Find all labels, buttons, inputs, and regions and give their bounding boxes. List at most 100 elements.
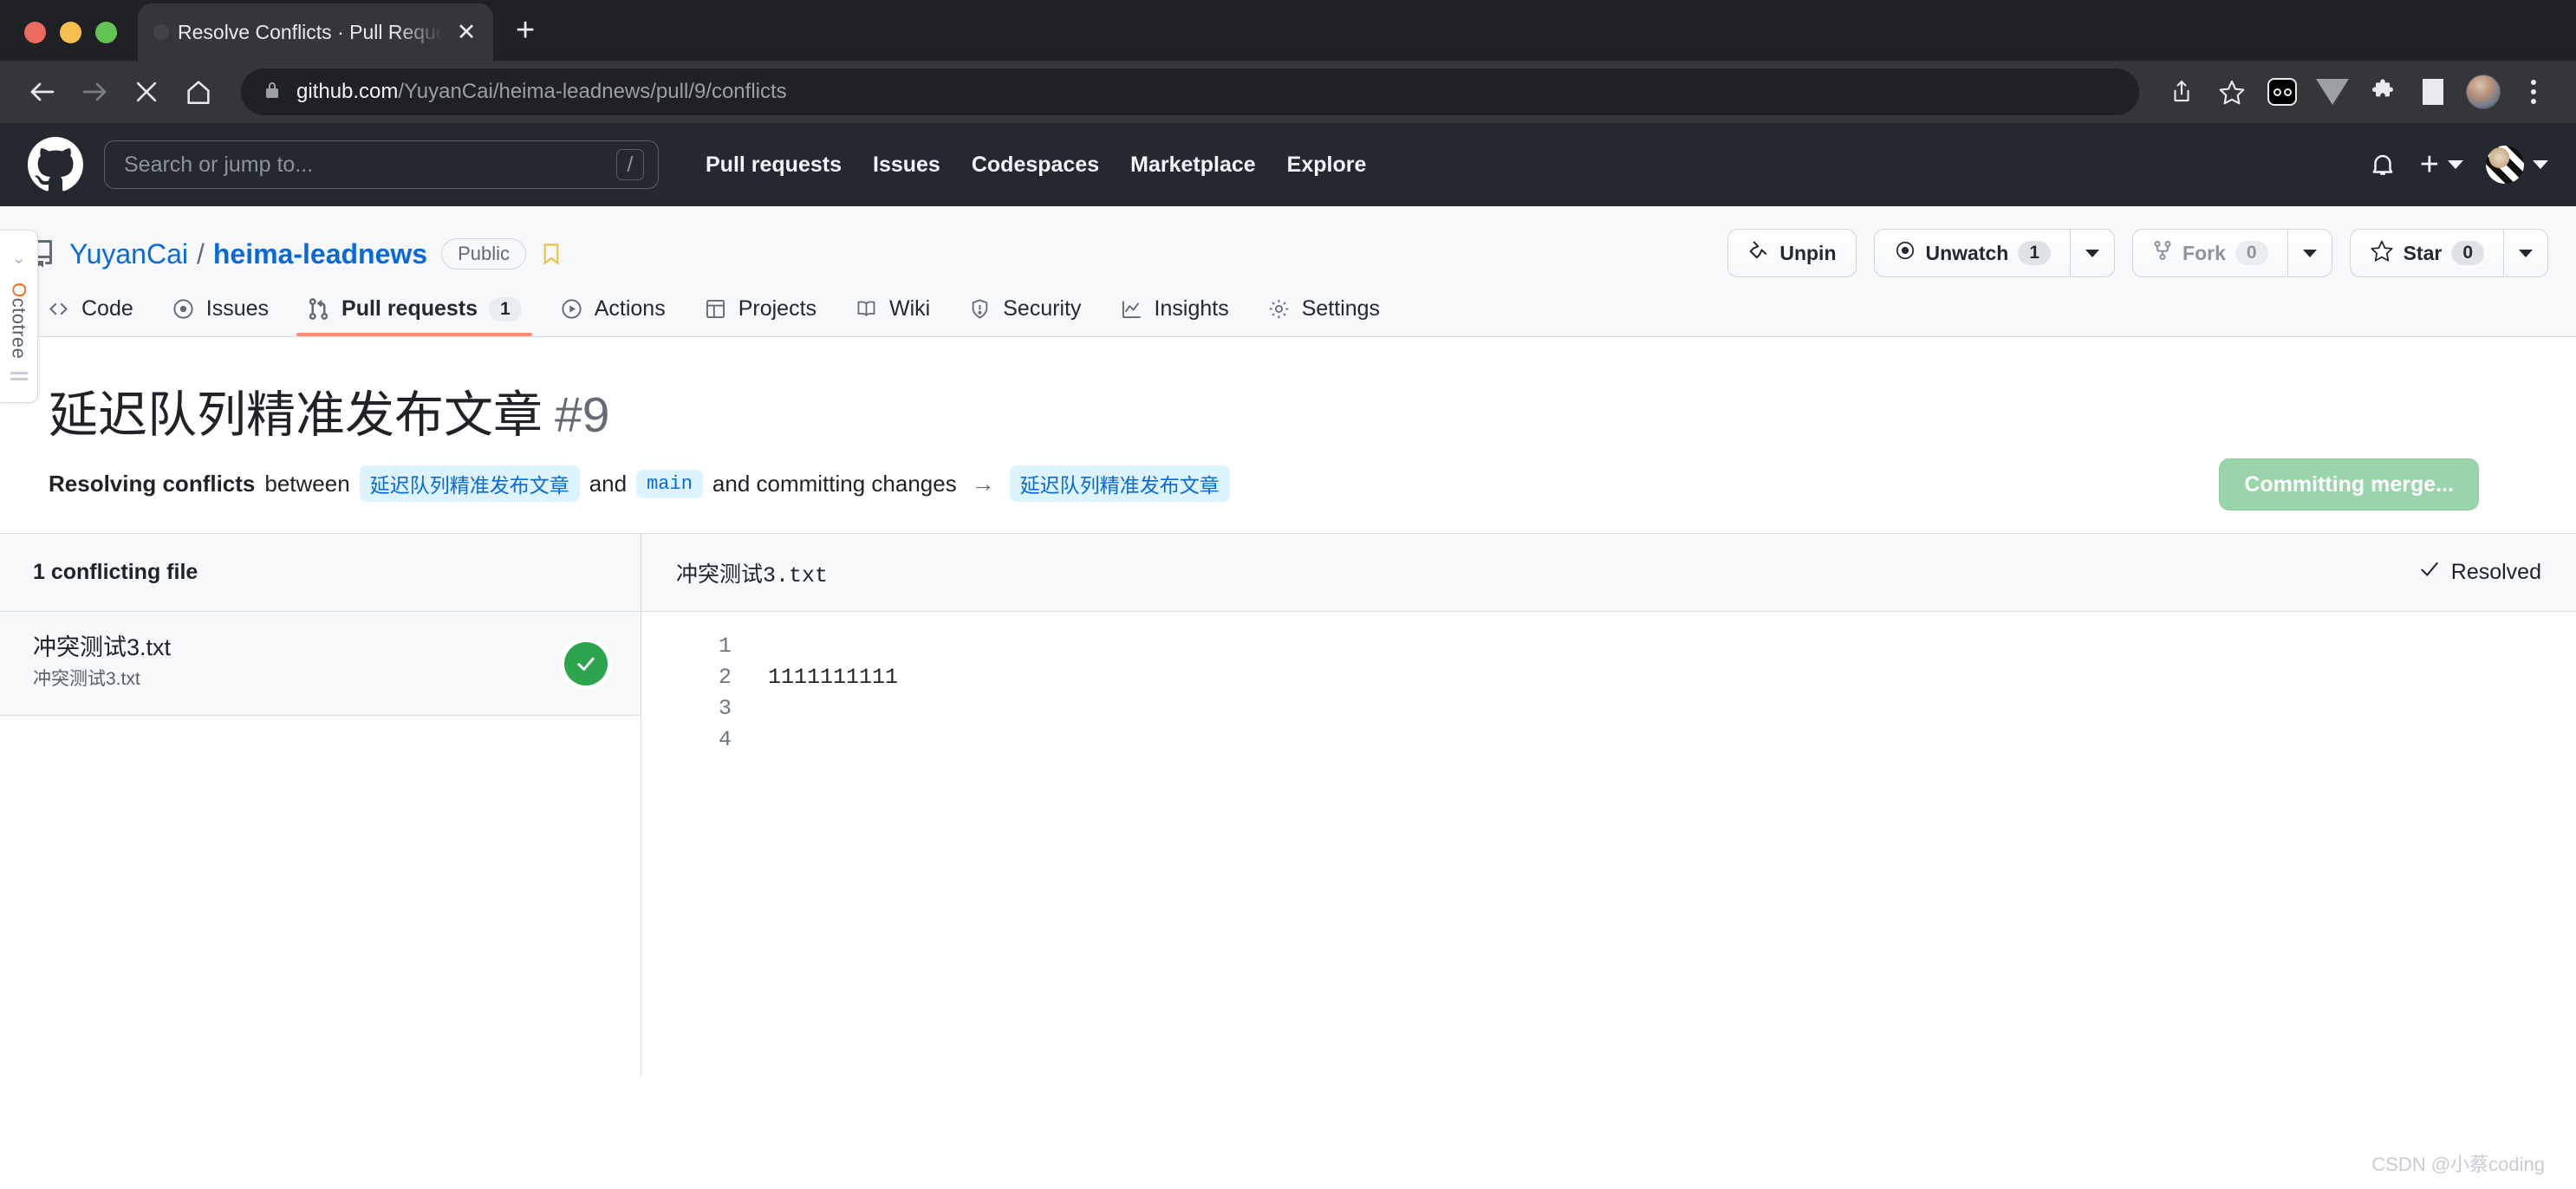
tab-projects-label: Projects	[738, 296, 816, 322]
tab-actions[interactable]: Actions	[541, 296, 685, 336]
unpin-button[interactable]: Unpin	[1727, 229, 1856, 277]
chevron-down-icon	[2448, 160, 2463, 169]
code-line	[768, 724, 2576, 756]
repo-nav-tabs: Code Issues Pull requests 1 Actions Proj…	[28, 296, 2548, 336]
bookmark-icon[interactable]	[540, 241, 563, 267]
chrome-profile-avatar[interactable]	[2460, 68, 2507, 115]
octotree-panel-toggle[interactable]: › Octotree	[0, 230, 38, 403]
commit-merge-button[interactable]: Committing merge...	[2219, 458, 2479, 510]
global-nav-marketplace[interactable]: Marketplace	[1115, 153, 1272, 178]
editor-filename: 冲突测试3.txt	[676, 557, 828, 588]
back-arrow-icon[interactable]	[19, 68, 66, 115]
fork-count: 0	[2235, 241, 2268, 265]
gear-icon	[1267, 297, 1291, 321]
unwatch-button-group: Unwatch 1	[1874, 229, 2116, 277]
play-icon	[560, 297, 583, 321]
conflict-summary: Resolving conflicts between 延迟队列精准发布文章 a…	[49, 465, 2527, 502]
fork-button[interactable]: Fork 0	[2132, 229, 2287, 277]
unwatch-count: 1	[2018, 241, 2051, 265]
sidebar-toggle-icon[interactable]	[2410, 68, 2456, 115]
search-placeholder: Search or jump to...	[124, 153, 313, 178]
forward-arrow-icon[interactable]	[71, 68, 118, 115]
search-input[interactable]: Search or jump to... /	[104, 140, 659, 189]
page-title: 延迟队列精准发布文章 #9	[49, 375, 2527, 446]
browser-action-icons	[2158, 68, 2557, 115]
code-editor[interactable]: 1 2 3 4 1111111111	[641, 612, 2576, 1077]
chevron-down-icon	[2303, 250, 2317, 257]
unwatch-dropdown-button[interactable]	[2070, 229, 2115, 277]
status-badge: Resolved	[2418, 558, 2541, 587]
tab-insights[interactable]: Insights	[1101, 296, 1248, 336]
tab-security[interactable]: Security	[949, 296, 1100, 336]
global-nav-issues[interactable]: Issues	[857, 153, 956, 178]
chevron-down-icon	[2519, 250, 2533, 257]
window-controls	[0, 22, 138, 61]
fork-icon	[2152, 239, 2173, 267]
new-tab-button[interactable]: +	[516, 14, 535, 47]
line-number: 4	[641, 724, 732, 756]
address-bar[interactable]: github.com/YuyanCai/heima-leadnews/pull/…	[241, 68, 2139, 115]
table-icon	[704, 297, 727, 321]
octotree-label: Octotree	[8, 283, 30, 359]
user-menu-button[interactable]	[2486, 146, 2548, 184]
star-dropdown-button[interactable]	[2503, 229, 2548, 277]
result-branch-chip[interactable]: 延迟队列精准发布文章	[1010, 465, 1230, 502]
star-count: 0	[2451, 241, 2484, 265]
close-tab-icon[interactable]: ✕	[452, 21, 481, 44]
file-item-texts: 冲突测试3.txt 冲突测试3.txt	[33, 633, 550, 692]
repo-name-link[interactable]: heima-leadnews	[213, 238, 427, 270]
github-global-header: Search or jump to... / Pull requests Iss…	[0, 123, 2576, 206]
editor-header: 冲突测试3.txt Resolved	[641, 534, 2576, 612]
chevron-right-icon: ›	[10, 259, 28, 264]
star-label: Star	[2404, 242, 2443, 265]
committing-changes-label: and committing changes	[712, 471, 957, 497]
repo-owner-link[interactable]: YuyanCai	[69, 238, 188, 270]
global-nav-codespaces[interactable]: Codespaces	[956, 153, 1115, 178]
target-branch-chip[interactable]: main	[636, 470, 703, 498]
and-label: and	[589, 471, 627, 497]
source-branch-chip[interactable]: 延迟队列精准发布文章	[360, 465, 580, 502]
tab-pull-requests[interactable]: Pull requests 1	[288, 296, 541, 336]
tab-wiki[interactable]: Wiki	[836, 296, 949, 336]
tab-settings[interactable]: Settings	[1248, 296, 1399, 336]
extensions-puzzle-icon[interactable]	[2359, 68, 2406, 115]
pr-number: #9	[555, 387, 609, 444]
tab-security-label: Security	[1003, 296, 1081, 322]
create-new-button[interactable]: +	[2420, 152, 2463, 178]
stop-icon[interactable]	[123, 68, 170, 115]
unwatch-button[interactable]: Unwatch 1	[1874, 229, 2071, 277]
home-icon[interactable]	[175, 68, 222, 115]
browser-tab[interactable]: Resolve Conflicts · Pull Reques ✕	[138, 3, 493, 61]
list-item[interactable]: 冲突测试3.txt 冲突测试3.txt	[0, 612, 641, 716]
minimize-window-button[interactable]	[60, 22, 81, 43]
close-window-button[interactable]	[24, 22, 46, 43]
issue-opened-icon	[172, 297, 195, 321]
tab-projects[interactable]: Projects	[685, 296, 836, 336]
fork-dropdown-button[interactable]	[2287, 229, 2332, 277]
code-lines[interactable]: 1111111111	[745, 612, 2576, 1077]
graph-icon	[1120, 297, 1143, 321]
avatar	[2486, 146, 2524, 184]
chrome-menu-icon[interactable]	[2510, 68, 2557, 115]
unwatch-label: Unwatch	[1926, 242, 2009, 265]
global-nav-explore[interactable]: Explore	[1272, 153, 1382, 178]
bell-icon[interactable]	[2368, 150, 2397, 179]
tab-issues-label: Issues	[206, 296, 269, 322]
global-nav: Pull requests Issues Codespaces Marketpl…	[690, 153, 1382, 178]
github-mark-icon[interactable]	[28, 137, 83, 192]
pocket-extension-icon[interactable]	[2259, 68, 2306, 115]
star-button[interactable]: Star 0	[2350, 229, 2503, 277]
chevron-down-icon	[2533, 160, 2548, 169]
eye-icon	[1894, 239, 1916, 267]
tab-code[interactable]: Code	[28, 296, 153, 336]
share-icon[interactable]	[2158, 68, 2205, 115]
drag-handle-icon[interactable]	[10, 372, 28, 380]
global-nav-pull-requests[interactable]: Pull requests	[690, 153, 857, 178]
vue-devtools-icon[interactable]	[2309, 68, 2356, 115]
star-icon[interactable]	[2208, 68, 2255, 115]
repo-breadcrumb: YuyanCai / heima-leadnews	[69, 238, 427, 270]
tab-issues[interactable]: Issues	[153, 296, 288, 336]
star-button-group: Star 0	[2350, 229, 2548, 277]
maximize-window-button[interactable]	[95, 22, 117, 43]
repo-action-buttons: Unpin Unwatch 1	[1727, 229, 2548, 277]
